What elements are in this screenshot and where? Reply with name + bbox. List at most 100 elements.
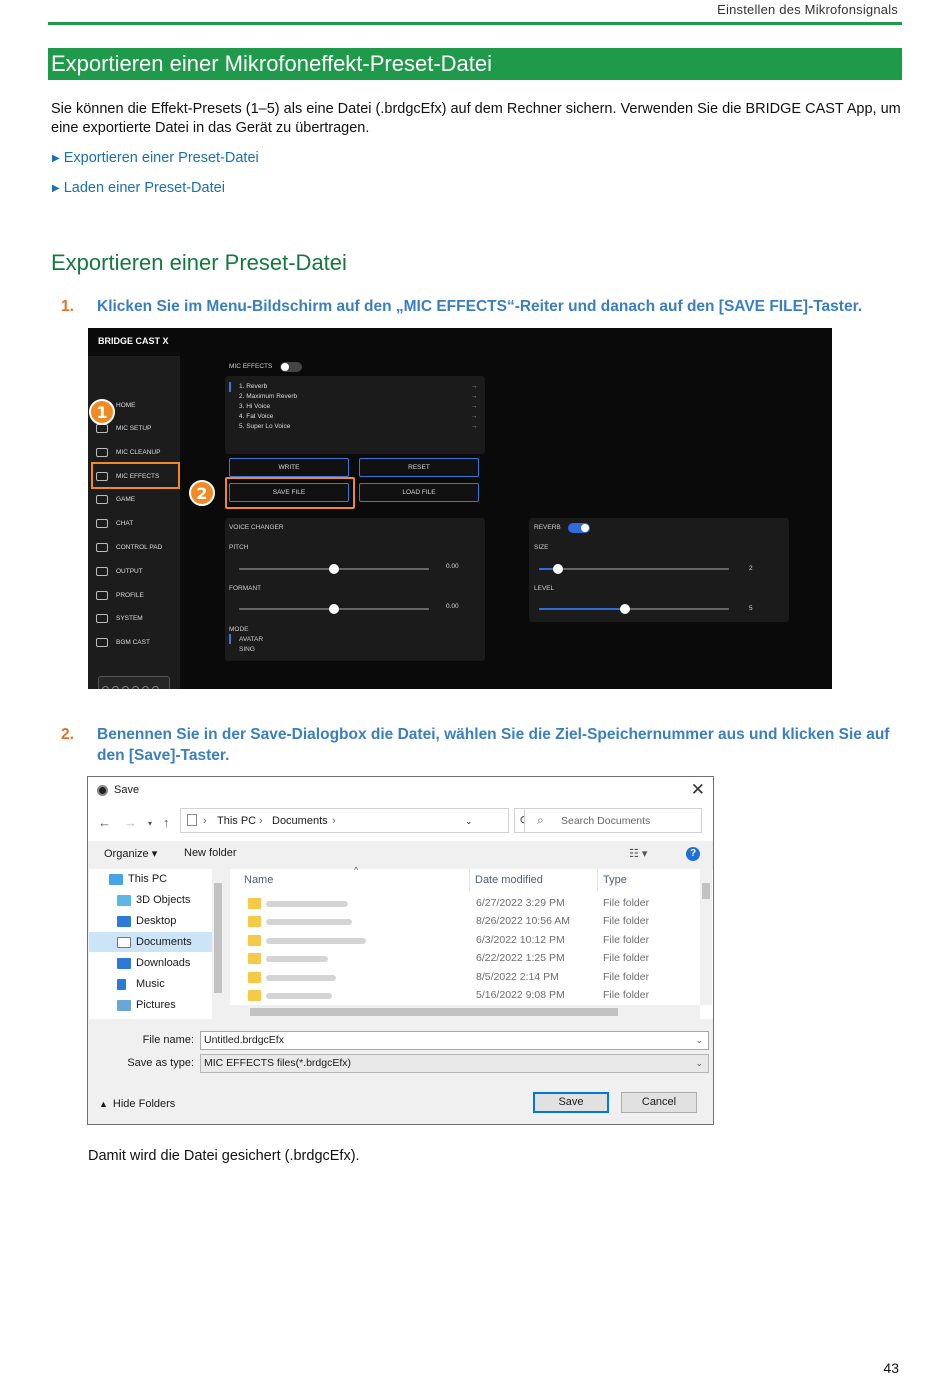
load-file-button[interactable]: LOAD FILE: [359, 483, 479, 502]
table-row[interactable]: 8/26/2022 10:56 AM File folder: [230, 913, 700, 931]
slider-knob[interactable]: [553, 564, 563, 574]
step-text: Klicken Sie im Menu-Bildschirm auf den „…: [97, 298, 863, 315]
horizontal-scrollbar[interactable]: [230, 1005, 700, 1019]
save-type-select[interactable]: MIC EFFECTS files(*.brdgcEfx) ⌄: [200, 1054, 709, 1073]
tree-item-this-pc[interactable]: This PC: [89, 869, 212, 889]
link-label[interactable]: Laden einer Preset-Datei: [64, 180, 225, 196]
chevron-right-icon: ›: [332, 815, 336, 827]
organize-menu[interactable]: Organize ▾: [104, 847, 157, 860]
search-placeholder: Search Documents: [561, 815, 651, 827]
folder-icon: [248, 972, 261, 983]
tree-item-downloads[interactable]: Downloads: [89, 953, 212, 973]
help-icon[interactable]: ?: [686, 847, 700, 861]
table-row[interactable]: 5/16/2022 9:08 PM File folder: [230, 987, 700, 1005]
nav-mic-cleanup[interactable]: MIC CLEANUP: [96, 443, 160, 461]
breadcrumb-documents[interactable]: Documents: [272, 815, 328, 827]
blurred-filename: [266, 919, 352, 925]
nav-selection-highlight: [91, 462, 180, 489]
subheading: Exportieren einer Preset-Datei: [51, 250, 347, 275]
document-icon: [117, 936, 131, 948]
column-header-name[interactable]: Name: [244, 874, 273, 886]
scrollbar-thumb[interactable]: [214, 883, 222, 993]
preset-item[interactable]: 4. Fat Voice: [239, 413, 273, 420]
preset-item[interactable]: 2. Maximum Reverb: [239, 393, 297, 400]
slider-fill: [539, 608, 625, 610]
preset-item[interactable]: 1. Reverb: [239, 383, 267, 390]
pitch-slider[interactable]: [239, 564, 429, 574]
table-row[interactable]: 8/5/2022 2:14 PM File folder: [230, 969, 700, 987]
link-export-preset[interactable]: ▶ Exportieren einer Preset-Datei: [52, 150, 259, 166]
desktop-icon: [117, 915, 131, 927]
mode-item[interactable]: SING: [239, 646, 255, 653]
new-folder-button[interactable]: New folder: [184, 847, 237, 859]
table-row[interactable]: 6/22/2022 1:25 PM File folder: [230, 950, 700, 968]
hide-folders-toggle[interactable]: ▲ Hide Folders: [99, 1098, 175, 1110]
recent-chevron-icon[interactable]: ▾: [148, 819, 152, 828]
mode-item[interactable]: AVATAR: [239, 636, 263, 643]
column-separator: [469, 869, 470, 891]
write-button[interactable]: WRITE: [229, 458, 349, 477]
mic-effects-toggle[interactable]: [280, 362, 302, 372]
save-button[interactable]: Save: [533, 1092, 609, 1113]
section-title: Exportieren einer Mikrofoneffekt-Preset-…: [48, 48, 902, 80]
nav-system[interactable]: SYSTEM: [96, 609, 143, 627]
pitch-value: 0.00: [446, 563, 459, 570]
formant-slider[interactable]: [239, 604, 429, 614]
tree-label: Downloads: [136, 957, 191, 969]
nav-output[interactable]: OUTPUT: [96, 562, 143, 580]
slider-knob[interactable]: [329, 564, 339, 574]
nav-bgm-cast[interactable]: BGM CAST: [96, 633, 150, 651]
forward-arrow-icon[interactable]: →: [124, 815, 137, 830]
tree-item-documents[interactable]: Documents: [89, 932, 212, 952]
arrow-right-icon: →: [471, 403, 478, 410]
size-slider[interactable]: [539, 564, 729, 574]
table-row[interactable]: 6/3/2022 10:12 PM File folder: [230, 932, 700, 950]
gear-icon: [96, 613, 108, 623]
scrollbar-thumb[interactable]: [702, 883, 710, 899]
blurred-filename: [266, 901, 348, 907]
tree-scrollbar[interactable]: [212, 869, 224, 1019]
chevron-down-icon[interactable]: ⌄: [695, 1055, 703, 1072]
file-list-scrollbar[interactable]: [700, 869, 712, 1005]
nav-chat[interactable]: CHAT: [96, 514, 133, 532]
slider-knob[interactable]: [619, 604, 630, 614]
back-arrow-icon[interactable]: ←: [98, 815, 111, 830]
link-label[interactable]: Exportieren einer Preset-Datei: [64, 150, 259, 166]
nav-profile[interactable]: PROFILE: [96, 586, 144, 604]
tree-item-desktop[interactable]: Desktop: [89, 911, 212, 931]
table-row[interactable]: 6/27/2022 3:29 PM File folder: [230, 895, 700, 913]
close-icon[interactable]: ✕: [691, 780, 705, 800]
scrollbar-thumb[interactable]: [250, 1008, 618, 1016]
preset-item[interactable]: 5. Super Lo Voice: [239, 423, 290, 430]
view-options-icon[interactable]: ☷ ▾: [629, 847, 647, 860]
tree-item-pictures[interactable]: Pictures: [89, 995, 212, 1015]
tree-item-3d-objects[interactable]: 3D Objects: [89, 890, 212, 910]
reverb-toggle[interactable]: [568, 523, 590, 533]
preset-selection-bar: [229, 382, 231, 392]
nav-game[interactable]: GAME: [96, 490, 135, 508]
chevron-down-icon[interactable]: ⌄: [465, 816, 473, 827]
reset-button[interactable]: RESET: [359, 458, 479, 477]
up-arrow-icon[interactable]: ↑: [163, 815, 170, 830]
address-bar[interactable]: › This PC › Documents › ⌄: [180, 808, 509, 833]
voice-changer-panel: [225, 518, 485, 661]
preset-item[interactable]: 3. Hi Voice: [239, 403, 270, 410]
nav-label: CHAT: [116, 519, 134, 527]
tree-item-music[interactable]: Music: [89, 974, 212, 994]
column-header-date[interactable]: Date modified: [475, 874, 543, 886]
level-slider[interactable]: [539, 604, 729, 614]
column-header-type[interactable]: Type: [603, 874, 627, 886]
file-type: File folder: [603, 915, 650, 927]
callout-2: 2: [189, 480, 215, 506]
cancel-button[interactable]: Cancel: [621, 1092, 697, 1113]
search-input[interactable]: ⌕ Search Documents: [524, 808, 702, 833]
file-name-input[interactable]: Untitled.brdgcEfx ⌄: [200, 1031, 709, 1050]
link-load-preset[interactable]: ▶ Laden einer Preset-Datei: [52, 180, 225, 196]
breadcrumb-this-pc[interactable]: This PC: [217, 815, 256, 827]
voice-changer-label: VOICE CHANGER: [229, 524, 284, 531]
nav-control-pad[interactable]: CONTROL PAD: [96, 538, 162, 556]
file-date: 5/16/2022 9:08 PM: [476, 989, 565, 1001]
file-date: 6/27/2022 3:29 PM: [476, 897, 565, 909]
chevron-down-icon[interactable]: ⌄: [695, 1032, 703, 1049]
slider-knob[interactable]: [329, 604, 339, 614]
